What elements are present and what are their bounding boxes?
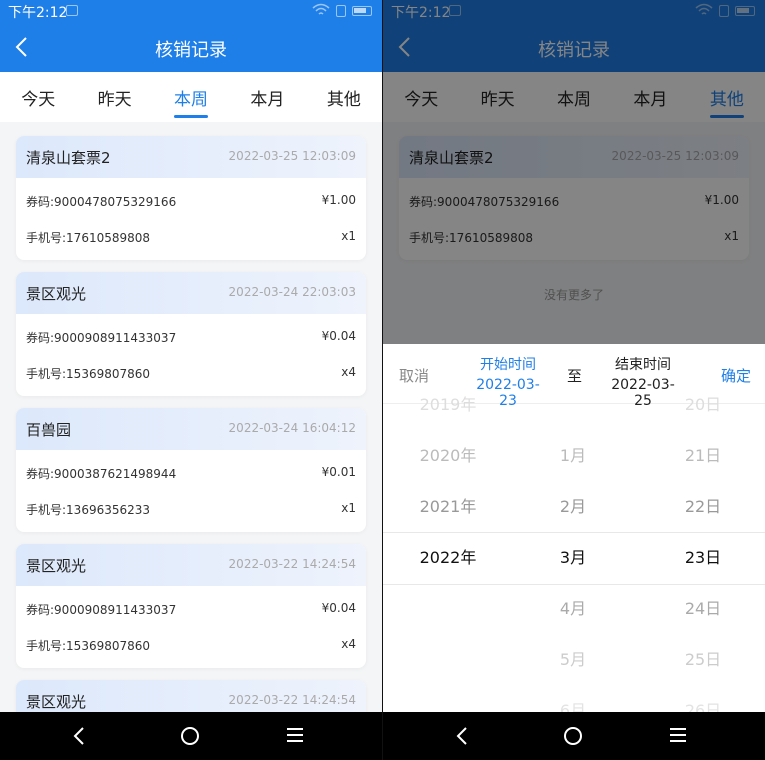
tab-today[interactable]: 今天 xyxy=(0,72,76,122)
record-name: 百兽园 xyxy=(26,421,72,439)
record-phone: 手机号:15369807860 xyxy=(26,639,151,653)
record-phone: 手机号:15369807860 xyxy=(26,367,151,381)
battery-icon xyxy=(352,6,372,16)
record-phone: 手机号:17610589808 xyxy=(26,231,151,245)
day-wheel[interactable]: 20日 21日 22日 23日 24日 25日 26日 xyxy=(663,395,743,712)
system-back-icon[interactable] xyxy=(72,726,88,746)
record-code: 券码:9000387621498944 xyxy=(26,467,177,481)
wifi-icon xyxy=(312,3,330,15)
status-time: 下午2:12 xyxy=(8,5,68,21)
wheel-option-month[interactable]: 1月 xyxy=(533,441,613,471)
wheel-option-day[interactable]: 25日 xyxy=(663,645,743,675)
wheel-option-year-selected[interactable]: 2022年 xyxy=(403,543,493,573)
record-card[interactable]: 景区观光 2022-03-24 22:03:03 券码:900090891143… xyxy=(16,272,366,396)
record-card[interactable]: 景区观光 2022-03-22 14:24:54 xyxy=(16,680,366,712)
record-price: ¥0.04 xyxy=(321,601,356,615)
record-qty: x1 xyxy=(341,229,356,243)
phone-screen-other-picker: 下午2:12 核销记录 今天 昨天 本周 本月 其他 清泉山套票2 2022-0… xyxy=(383,0,765,760)
wheel-option-day[interactable]: 24日 xyxy=(663,594,743,624)
system-home-icon[interactable] xyxy=(564,727,582,745)
nav-bar: 核销记录 xyxy=(0,22,382,72)
record-code: 券码:9000478075329166 xyxy=(26,195,177,209)
record-qty: x4 xyxy=(341,365,356,379)
end-time-label: 结束时间 xyxy=(615,357,671,373)
wheel-option-day[interactable]: 21日 xyxy=(663,441,743,471)
record-header: 景区观光 2022-03-24 22:03:03 xyxy=(16,272,366,314)
record-name: 景区观光 xyxy=(26,693,87,711)
record-date: 2022-03-22 14:24:54 xyxy=(228,693,356,707)
system-menu-icon[interactable] xyxy=(670,728,686,742)
record-date: 2022-03-24 16:04:12 xyxy=(228,421,356,435)
system-home-icon[interactable] xyxy=(181,727,199,745)
system-menu-icon[interactable] xyxy=(287,728,303,742)
system-nav-bar xyxy=(383,712,765,760)
sim-icon xyxy=(336,5,346,17)
record-header: 清泉山套票2 2022-03-25 12:03:09 xyxy=(16,136,366,178)
tab-other[interactable]: 其他 xyxy=(306,72,382,122)
wheel-option-year[interactable]: 2021年 xyxy=(403,492,493,522)
record-phone: 手机号:13696356233 xyxy=(26,503,151,517)
tab-yesterday[interactable]: 昨天 xyxy=(76,72,152,122)
record-card[interactable]: 景区观光 2022-03-22 14:24:54 券码:900090891143… xyxy=(16,544,366,668)
wheel-option-day[interactable]: 26日 xyxy=(663,696,743,712)
record-header: 景区观光 2022-03-22 14:24:54 xyxy=(16,680,366,712)
wheel-option-year[interactable]: 2020年 xyxy=(403,441,493,471)
record-date: 2022-03-22 14:24:54 xyxy=(228,557,356,571)
date-wheel: 2019年 2020年 2021年 2022年 1月 2月 3月 4月 5月 6… xyxy=(383,395,765,712)
wheel-option-day-selected[interactable]: 23日 xyxy=(663,543,743,573)
wheel-option-day[interactable]: 20日 xyxy=(663,390,743,420)
tab-this-month[interactable]: 本月 xyxy=(229,72,305,122)
wheel-option-month-selected[interactable]: 3月 xyxy=(533,543,613,573)
record-name: 景区观光 xyxy=(26,557,87,575)
date-range-picker: 取消 开始时间 2022-03-23 至 结束时间 2022-03-25 确定 … xyxy=(383,344,765,712)
record-list[interactable]: 清泉山套票2 2022-03-25 12:03:09 券码:9000478075… xyxy=(0,122,382,712)
record-code: 券码:9000908911433037 xyxy=(26,603,177,617)
record-name: 景区观光 xyxy=(26,285,87,303)
record-price: ¥0.04 xyxy=(321,329,356,343)
month-wheel[interactable]: 1月 2月 3月 4月 5月 6月 xyxy=(533,404,613,712)
record-qty: x4 xyxy=(341,637,356,651)
record-name: 清泉山套票2 xyxy=(26,149,111,167)
system-nav-bar xyxy=(0,712,382,760)
date-filter-tabs: 今天 昨天 本周 本月 其他 xyxy=(0,72,382,122)
record-header: 景区观光 2022-03-22 14:24:54 xyxy=(16,544,366,586)
record-card[interactable]: 清泉山套票2 2022-03-25 12:03:09 券码:9000478075… xyxy=(16,136,366,260)
wheel-option-month[interactable]: 4月 xyxy=(533,594,613,624)
record-code: 券码:9000908911433037 xyxy=(26,331,177,345)
tab-this-week[interactable]: 本周 xyxy=(153,72,229,122)
record-date: 2022-03-24 22:03:03 xyxy=(228,285,356,299)
record-price: ¥0.01 xyxy=(321,465,356,479)
wheel-option-month[interactable]: 2月 xyxy=(533,492,613,522)
system-back-icon[interactable] xyxy=(455,726,471,746)
cancel-button[interactable]: 取消 xyxy=(399,365,429,386)
range-separator: 至 xyxy=(567,367,583,385)
image-notification-icon xyxy=(66,5,78,16)
record-price: ¥1.00 xyxy=(321,193,356,207)
page-title: 核销记录 xyxy=(155,40,227,61)
year-wheel[interactable]: 2019年 2020年 2021年 2022年 xyxy=(403,395,493,712)
wheel-option-month[interactable]: 6月 xyxy=(533,696,613,712)
phone-screen-this-week: 下午2:12 核销记录 今天 昨天 本周 本月 其他 清泉山套票2 2022-0… xyxy=(0,0,382,760)
wheel-option-day[interactable]: 22日 xyxy=(663,492,743,522)
modal-backdrop[interactable] xyxy=(383,0,765,344)
record-header: 百兽园 2022-03-24 16:04:12 xyxy=(16,408,366,450)
confirm-button[interactable]: 确定 xyxy=(721,365,751,386)
record-qty: x1 xyxy=(341,501,356,515)
wheel-option-year[interactable]: 2019年 xyxy=(403,390,493,420)
wheel-option-month[interactable]: 5月 xyxy=(533,645,613,675)
status-bar: 下午2:12 xyxy=(0,0,382,22)
start-time-label: 开始时间 xyxy=(480,357,536,373)
record-card[interactable]: 百兽园 2022-03-24 16:04:12 券码:9000387621498… xyxy=(16,408,366,532)
record-date: 2022-03-25 12:03:09 xyxy=(228,149,356,163)
